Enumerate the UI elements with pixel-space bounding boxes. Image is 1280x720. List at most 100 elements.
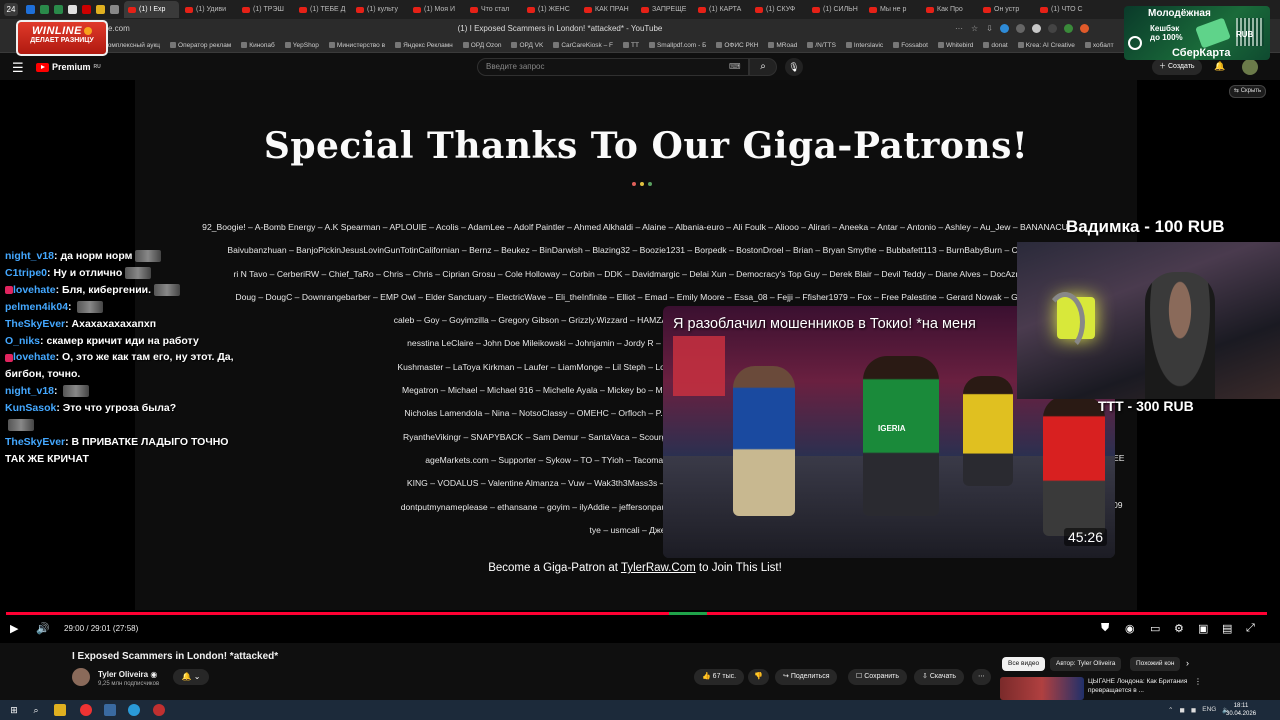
browser-tab[interactable]: (1) СИЛЬН <box>808 1 863 18</box>
bookmark-item[interactable]: ОФИС РКН <box>716 42 758 49</box>
bookmark-item[interactable]: Whitebird <box>937 42 973 49</box>
browser-tab[interactable]: Мы не р <box>865 1 920 18</box>
app-icon[interactable] <box>40 5 49 14</box>
bookmark-item[interactable]: Krea: AI Creative <box>1017 42 1075 49</box>
bookmark-icon[interactable]: ☆ <box>971 24 978 33</box>
tray-icon[interactable]: ◼ <box>1179 706 1184 714</box>
file-explorer-icon[interactable] <box>54 704 66 716</box>
app-icon[interactable] <box>96 5 105 14</box>
browser-tab[interactable]: Что стал <box>466 1 521 18</box>
bookmark-item[interactable]: Яндекс Рекламн <box>395 42 453 49</box>
tray-icon[interactable]: ◼ <box>1191 706 1196 714</box>
bookmark-item[interactable]: MRoad <box>768 42 797 49</box>
search-icon[interactable]: ⌕ <box>30 704 42 716</box>
bookmark-item[interactable]: Smallpdf.com - Б <box>648 42 706 49</box>
app-icon[interactable] <box>54 5 63 14</box>
recommended-thumbnail[interactable] <box>1000 677 1084 700</box>
bookmark-item[interactable]: хобалт <box>1084 42 1114 49</box>
bookmark-item[interactable]: donat <box>983 42 1008 49</box>
download-button[interactable]: ⇩ Скачать <box>914 669 965 685</box>
create-button[interactable]: ＋ Создать <box>1152 59 1202 75</box>
extension-icon[interactable] <box>1048 24 1057 33</box>
progress-bar[interactable] <box>6 612 1267 615</box>
chevron-up-icon[interactable]: ⌃ <box>1168 706 1173 714</box>
bookmark-item[interactable]: Оператор реклам <box>170 42 231 49</box>
play-icon[interactable]: ▶ <box>10 622 18 635</box>
subtitles-icon[interactable]: ▭ <box>1150 622 1160 635</box>
download-icon[interactable]: ⇩ <box>986 24 993 33</box>
browser-tab[interactable]: Он устр <box>979 1 1034 18</box>
extension-icon[interactable] <box>1016 24 1025 33</box>
browser-tab[interactable]: (1) культу <box>352 1 407 18</box>
obs-icon[interactable] <box>153 704 165 716</box>
chip-similar[interactable]: Похожий кон <box>1130 657 1181 671</box>
app-icon[interactable] <box>82 5 91 14</box>
extension-icon[interactable] <box>1000 24 1009 33</box>
telegram-icon[interactable] <box>128 704 140 716</box>
notifications-icon[interactable]: 🔔 <box>1214 61 1225 72</box>
keyboard-icon[interactable]: ⌨ <box>729 62 741 71</box>
tab-counter[interactable]: 24 <box>4 3 18 16</box>
channel-name[interactable]: Tyler Oliveira ◉ <box>98 670 157 679</box>
browser-tab[interactable]: ЗАПРЕЩЕ <box>637 1 692 18</box>
app-icon[interactable] <box>26 5 35 14</box>
youtube-logo[interactable]: Premium RU <box>36 62 101 72</box>
bookmark-item[interactable]: Interslavic <box>845 42 883 49</box>
extension-icon[interactable] <box>1080 24 1089 33</box>
windows-start-icon[interactable]: ⊞ <box>8 704 20 716</box>
language-indicator[interactable]: ENG <box>1202 706 1216 714</box>
browser-tab[interactable]: Как Про <box>922 1 977 18</box>
bookmark-item[interactable]: TT <box>622 42 639 49</box>
more-icon[interactable]: ··· <box>955 24 963 33</box>
more-actions-button[interactable]: ⋯ <box>972 669 991 685</box>
chip-author[interactable]: Автор: Tyler Oliveira <box>1050 657 1122 671</box>
menu-icon[interactable]: ☰ <box>12 60 24 76</box>
bookmark-item[interactable]: ОРД Ozon <box>462 42 501 49</box>
sber-ad[interactable]: Молодёжная Кешбэк до 100% RUB СберКарта <box>1124 6 1270 60</box>
clock[interactable]: 18:11 30.04.2026 <box>1226 702 1256 718</box>
like-button[interactable]: 👍 67 тыс. <box>694 669 745 685</box>
browser-tab[interactable]: (1) ТЕБЕ Д <box>295 1 350 18</box>
browser-tab[interactable]: (1) I Exp <box>124 1 179 18</box>
browser-tab[interactable]: (1) ЖЕНС <box>523 1 578 18</box>
winline-ad[interactable]: WINLINE ДЕЛАЕТ РАЗНИЦУ <box>16 20 108 56</box>
bookmark-item[interactable]: CarCareKiosk – F <box>553 42 613 49</box>
bookmark-item[interactable]: Кинопаб <box>241 42 275 49</box>
shield-icon[interactable]: ⛊ <box>1101 622 1109 635</box>
hide-button[interactable]: ⇆ Скрыть <box>1229 85 1267 98</box>
extension-icon[interactable] <box>1064 24 1073 33</box>
settings-icon[interactable]: ⚙ <box>1174 622 1184 635</box>
video-player[interactable]: Special Thanks To Our Giga-Patrons! 92_B… <box>0 80 1280 643</box>
app-icon[interactable] <box>110 5 119 14</box>
app-icon[interactable] <box>104 704 116 716</box>
extension-icon[interactable] <box>1032 24 1041 33</box>
fullscreen-icon[interactable]: ⤢ <box>1246 622 1255 635</box>
browser-tab[interactable]: (1) ЧТО С <box>1036 1 1091 18</box>
cast-icon[interactable]: ▤ <box>1222 622 1232 635</box>
browser-tab[interactable]: КАК ПРАН <box>580 1 635 18</box>
browser-tab[interactable]: (1) ТРЭШ <box>238 1 293 18</box>
kebab-menu-icon[interactable]: ⋮ <box>1194 677 1202 686</box>
chip-all-videos[interactable]: Все видео <box>1002 657 1046 671</box>
bookmark-item[interactable]: Fossabot <box>893 42 928 49</box>
chevron-right-icon[interactable]: › <box>1186 658 1189 668</box>
recommended-title[interactable]: ЦЫГАНЕ Лондона: Как Британия превращаетс… <box>1088 677 1188 695</box>
browser-tab[interactable]: (1) Удиви <box>181 1 236 18</box>
browser-icon[interactable] <box>80 704 92 716</box>
bookmark-item[interactable]: ОРД VK <box>511 42 543 49</box>
autoplay-toggle[interactable]: ◉ <box>1125 622 1135 635</box>
patron-link[interactable]: TylerRaw.Com <box>621 562 696 574</box>
bookmark-item[interactable]: /N/TTS <box>807 42 836 49</box>
browser-tab[interactable]: (1) СКУФ <box>751 1 806 18</box>
bookmark-item[interactable]: Министерство в <box>328 42 385 49</box>
browser-tab[interactable]: (1) Моя И <box>409 1 464 18</box>
browser-tab[interactable]: (1) КАРТА <box>694 1 749 18</box>
voice-search-button[interactable]: 🎙 <box>785 58 803 76</box>
dislike-button[interactable]: 👎 <box>748 669 769 685</box>
volume-icon[interactable]: 🔊 <box>36 622 50 635</box>
subscription-bell-button[interactable]: 🔔 ⌄ <box>173 669 209 685</box>
search-input[interactable]: Введите запрос <box>477 58 749 76</box>
bookmark-item[interactable]: YepShop <box>284 42 319 49</box>
avatar[interactable] <box>1242 59 1258 75</box>
app-icon[interactable] <box>68 5 77 14</box>
